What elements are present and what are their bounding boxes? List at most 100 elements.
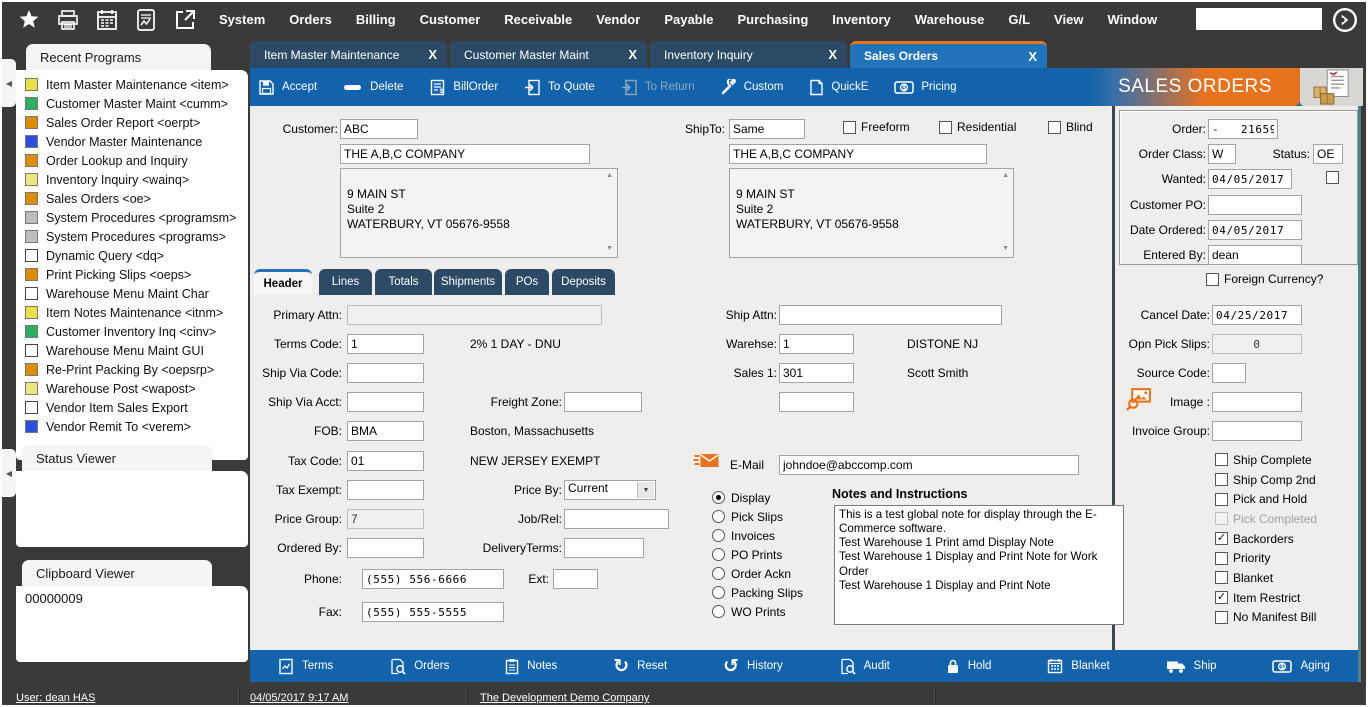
favorites-star-icon[interactable] (17, 8, 41, 32)
close-icon[interactable]: X (428, 47, 437, 62)
ext-field[interactable] (553, 569, 598, 589)
sidebar-item-warehouse-menu-maint-gui[interactable]: Warehouse Menu Maint GUI (16, 341, 248, 360)
tab-shipments[interactable]: Shipments (434, 269, 502, 295)
tab-sales-orders[interactable]: Sales OrdersX (850, 41, 1047, 68)
radio-wo-prints[interactable]: WO Prints (712, 602, 803, 621)
menu-purchasing[interactable]: Purchasing (737, 12, 808, 27)
foreign-currency-checkbox[interactable]: Foreign Currency? (1206, 272, 1323, 286)
pricing-button[interactable]: $Pricing (894, 80, 956, 95)
delivery-terms-field[interactable] (564, 538, 644, 558)
sidebar-item-system-procedures[interactable]: System Procedures <programsm> (16, 208, 248, 227)
price-by-select[interactable]: Current ▼ (564, 480, 656, 500)
terms-button[interactable]: Terms (278, 658, 333, 675)
user-link[interactable]: User: dean HAS (16, 692, 95, 704)
menu-warehouse[interactable]: Warehouse (915, 12, 985, 27)
checkbox-blanket[interactable]: Blanket (1215, 568, 1317, 588)
go-circle-icon[interactable] (1332, 7, 1358, 33)
cancel-date-field[interactable] (1212, 305, 1302, 325)
checkbox-priority[interactable]: Priority (1215, 548, 1317, 568)
scroll-up-icon[interactable]: ▲ (1002, 172, 1009, 181)
orders-button[interactable]: Orders (389, 658, 449, 675)
tab-customer-master-maint[interactable]: Customer Master MaintX (450, 41, 647, 68)
scroll-down-icon[interactable]: ▼ (1002, 245, 1009, 254)
date-ordered-field[interactable] (1208, 220, 1302, 240)
residential-checkbox[interactable]: Residential (939, 120, 1016, 134)
sidebar-item-vendor-remit-to[interactable]: Vendor Remit To <verem> (16, 417, 248, 436)
radio-invoices[interactable]: Invoices (712, 526, 803, 545)
radio-po-prints[interactable]: PO Prints (712, 545, 803, 564)
tab-header[interactable]: Header (254, 269, 312, 295)
blind-checkbox[interactable]: Blind (1048, 120, 1093, 134)
menu-payable[interactable]: Payable (664, 12, 713, 27)
to-quote-button[interactable]: To Quote (524, 79, 595, 96)
fob-field[interactable] (347, 421, 424, 441)
quicke-button[interactable]: QuickE (809, 79, 868, 96)
sidebar-item-vendor-master-maintenance[interactable]: Vendor Master Maintenance (16, 132, 248, 151)
sidebar-item-warehouse-post[interactable]: Warehouse Post <wapost> (16, 379, 248, 398)
checkbox-backorders[interactable]: ✓Backorders (1215, 529, 1317, 549)
sales1-field[interactable] (779, 363, 854, 383)
sidebar-item-sales-order-report[interactable]: Sales Order Report <oerpt> (16, 113, 248, 132)
shipto-code-field[interactable] (729, 119, 805, 139)
checkbox-item-restrict[interactable]: ✓Item Restrict (1215, 588, 1317, 608)
phone-field[interactable] (362, 569, 504, 589)
ship-via-acct-field[interactable] (347, 392, 424, 412)
sidebar-item-print-picking-slips[interactable]: Print Picking Slips <oeps> (16, 265, 248, 284)
reset-button[interactable]: ↻Reset (613, 657, 667, 676)
audit-button[interactable]: Audit (839, 658, 890, 675)
ship-via-code-field[interactable] (347, 363, 424, 383)
status-viewer-header[interactable]: Status Viewer (22, 445, 212, 471)
notes-textarea[interactable]: This is a test global note for display t… (834, 505, 1124, 625)
menu-billing[interactable]: Billing (356, 12, 396, 27)
recent-programs-header[interactable]: Recent Programs (26, 44, 211, 70)
shipto-name-field[interactable] (729, 144, 987, 164)
sidebar-item-system-procedures[interactable]: System Procedures <programs> (16, 227, 248, 246)
menu-system[interactable]: System (219, 12, 265, 27)
company-link[interactable]: The Development Demo Company (480, 692, 649, 704)
sidebar-item-warehouse-menu-maint-char[interactable]: Warehouse Menu Maint Char (16, 284, 248, 303)
order-status-field[interactable] (1313, 144, 1343, 164)
menu-window[interactable]: Window (1107, 12, 1157, 27)
checkbox-ship-complete[interactable]: Ship Complete (1215, 450, 1317, 470)
sidebar-item-re-print-packing-by[interactable]: Re-Print Packing By <oepsrp> (16, 360, 248, 379)
aging-button[interactable]: $Aging (1272, 659, 1329, 674)
job-rel-field[interactable] (564, 509, 669, 529)
clipboard-viewer-header[interactable]: Clipboard Viewer (22, 560, 212, 586)
customer-address-box[interactable]: 9 MAIN ST Suite 2 WATERBURY, VT 05676-95… (340, 168, 618, 258)
blanket-button[interactable]: Blanket (1047, 658, 1109, 674)
chevron-down-icon[interactable]: ▼ (637, 482, 654, 498)
report-icon[interactable] (134, 8, 158, 32)
menu-vendor[interactable]: Vendor (596, 12, 640, 27)
accept-button[interactable]: Accept (258, 79, 317, 96)
menu-receivable[interactable]: Receivable (504, 12, 572, 27)
sidebar-item-inventory-inquiry[interactable]: Inventory Inquiry <wainq> (16, 170, 248, 189)
sidebar-item-item-notes-maintenance[interactable]: Item Notes Maintenance <itnm> (16, 303, 248, 322)
order-number-field[interactable] (1208, 119, 1278, 139)
delete-button[interactable]: Delete (343, 79, 403, 96)
tab-pos[interactable]: POs (505, 269, 549, 295)
menu-customer[interactable]: Customer (420, 12, 481, 27)
source-code-field[interactable] (1212, 363, 1246, 383)
ship-attn-field[interactable] (779, 305, 1002, 325)
history-button[interactable]: ↺History (723, 657, 783, 676)
datetime-link[interactable]: 04/05/2017 9:17 AM (250, 692, 348, 704)
tax-code-field[interactable] (347, 451, 424, 471)
hold-button[interactable]: Hold (946, 658, 992, 675)
menu-orders[interactable]: Orders (289, 12, 332, 27)
billorder-button[interactable]: $BillOrder (429, 79, 498, 96)
sales-orders-module-icon[interactable] (1300, 68, 1363, 106)
checkbox-no-manifest-bill[interactable]: No Manifest Bill (1215, 608, 1317, 628)
print-icon[interactable] (56, 8, 80, 32)
scroll-up-icon[interactable]: ▲ (606, 172, 613, 181)
price-group-field[interactable] (347, 509, 424, 529)
ordered-by-field[interactable] (347, 538, 424, 558)
scroll-down-icon[interactable]: ▼ (606, 245, 613, 254)
customer-name-field[interactable] (340, 144, 590, 164)
tax-exempt-field[interactable] (347, 480, 424, 500)
notes-button[interactable]: Notes (505, 658, 557, 675)
shipto-address-box[interactable]: 9 MAIN ST Suite 2 WATERBURY, VT 05676-95… (729, 168, 1014, 258)
custom-button[interactable]: Custom (721, 79, 784, 95)
primary-attn-field[interactable] (347, 305, 602, 325)
collapse-recent-button[interactable]: ◀ (2, 59, 16, 107)
entered-by-field[interactable] (1208, 245, 1302, 265)
